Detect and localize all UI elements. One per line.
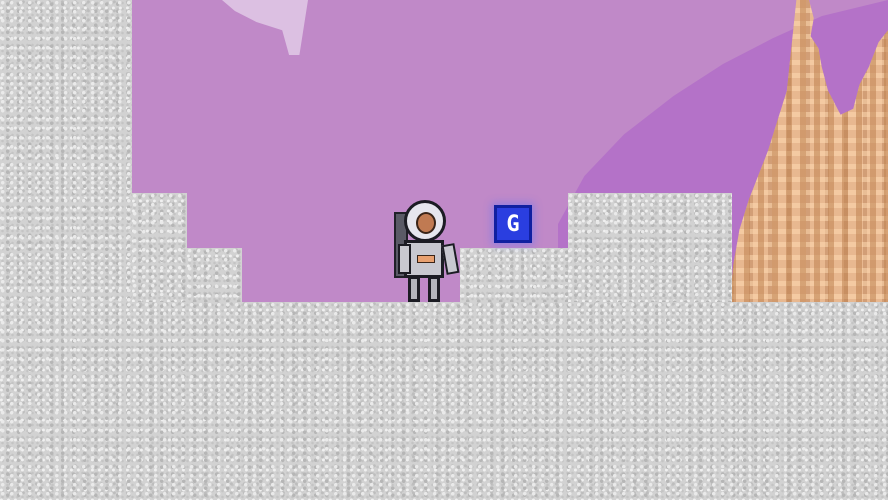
astronaut-face [416, 212, 436, 234]
astronaut-player [392, 200, 460, 304]
pickup-letter: G [506, 211, 520, 237]
helmet [404, 200, 446, 242]
chest-panel [417, 255, 435, 263]
g-block-pickup[interactable]: G [494, 205, 532, 243]
right-arm [441, 243, 460, 275]
right-leg [428, 276, 440, 302]
game-viewport: G [0, 0, 888, 500]
left-arm [398, 244, 411, 274]
sky-highlight [222, 0, 308, 55]
ground-floor [0, 302, 888, 500]
middle-rock-ledge [460, 248, 570, 302]
left-leg [408, 276, 420, 302]
right-rock-block [568, 193, 732, 302]
